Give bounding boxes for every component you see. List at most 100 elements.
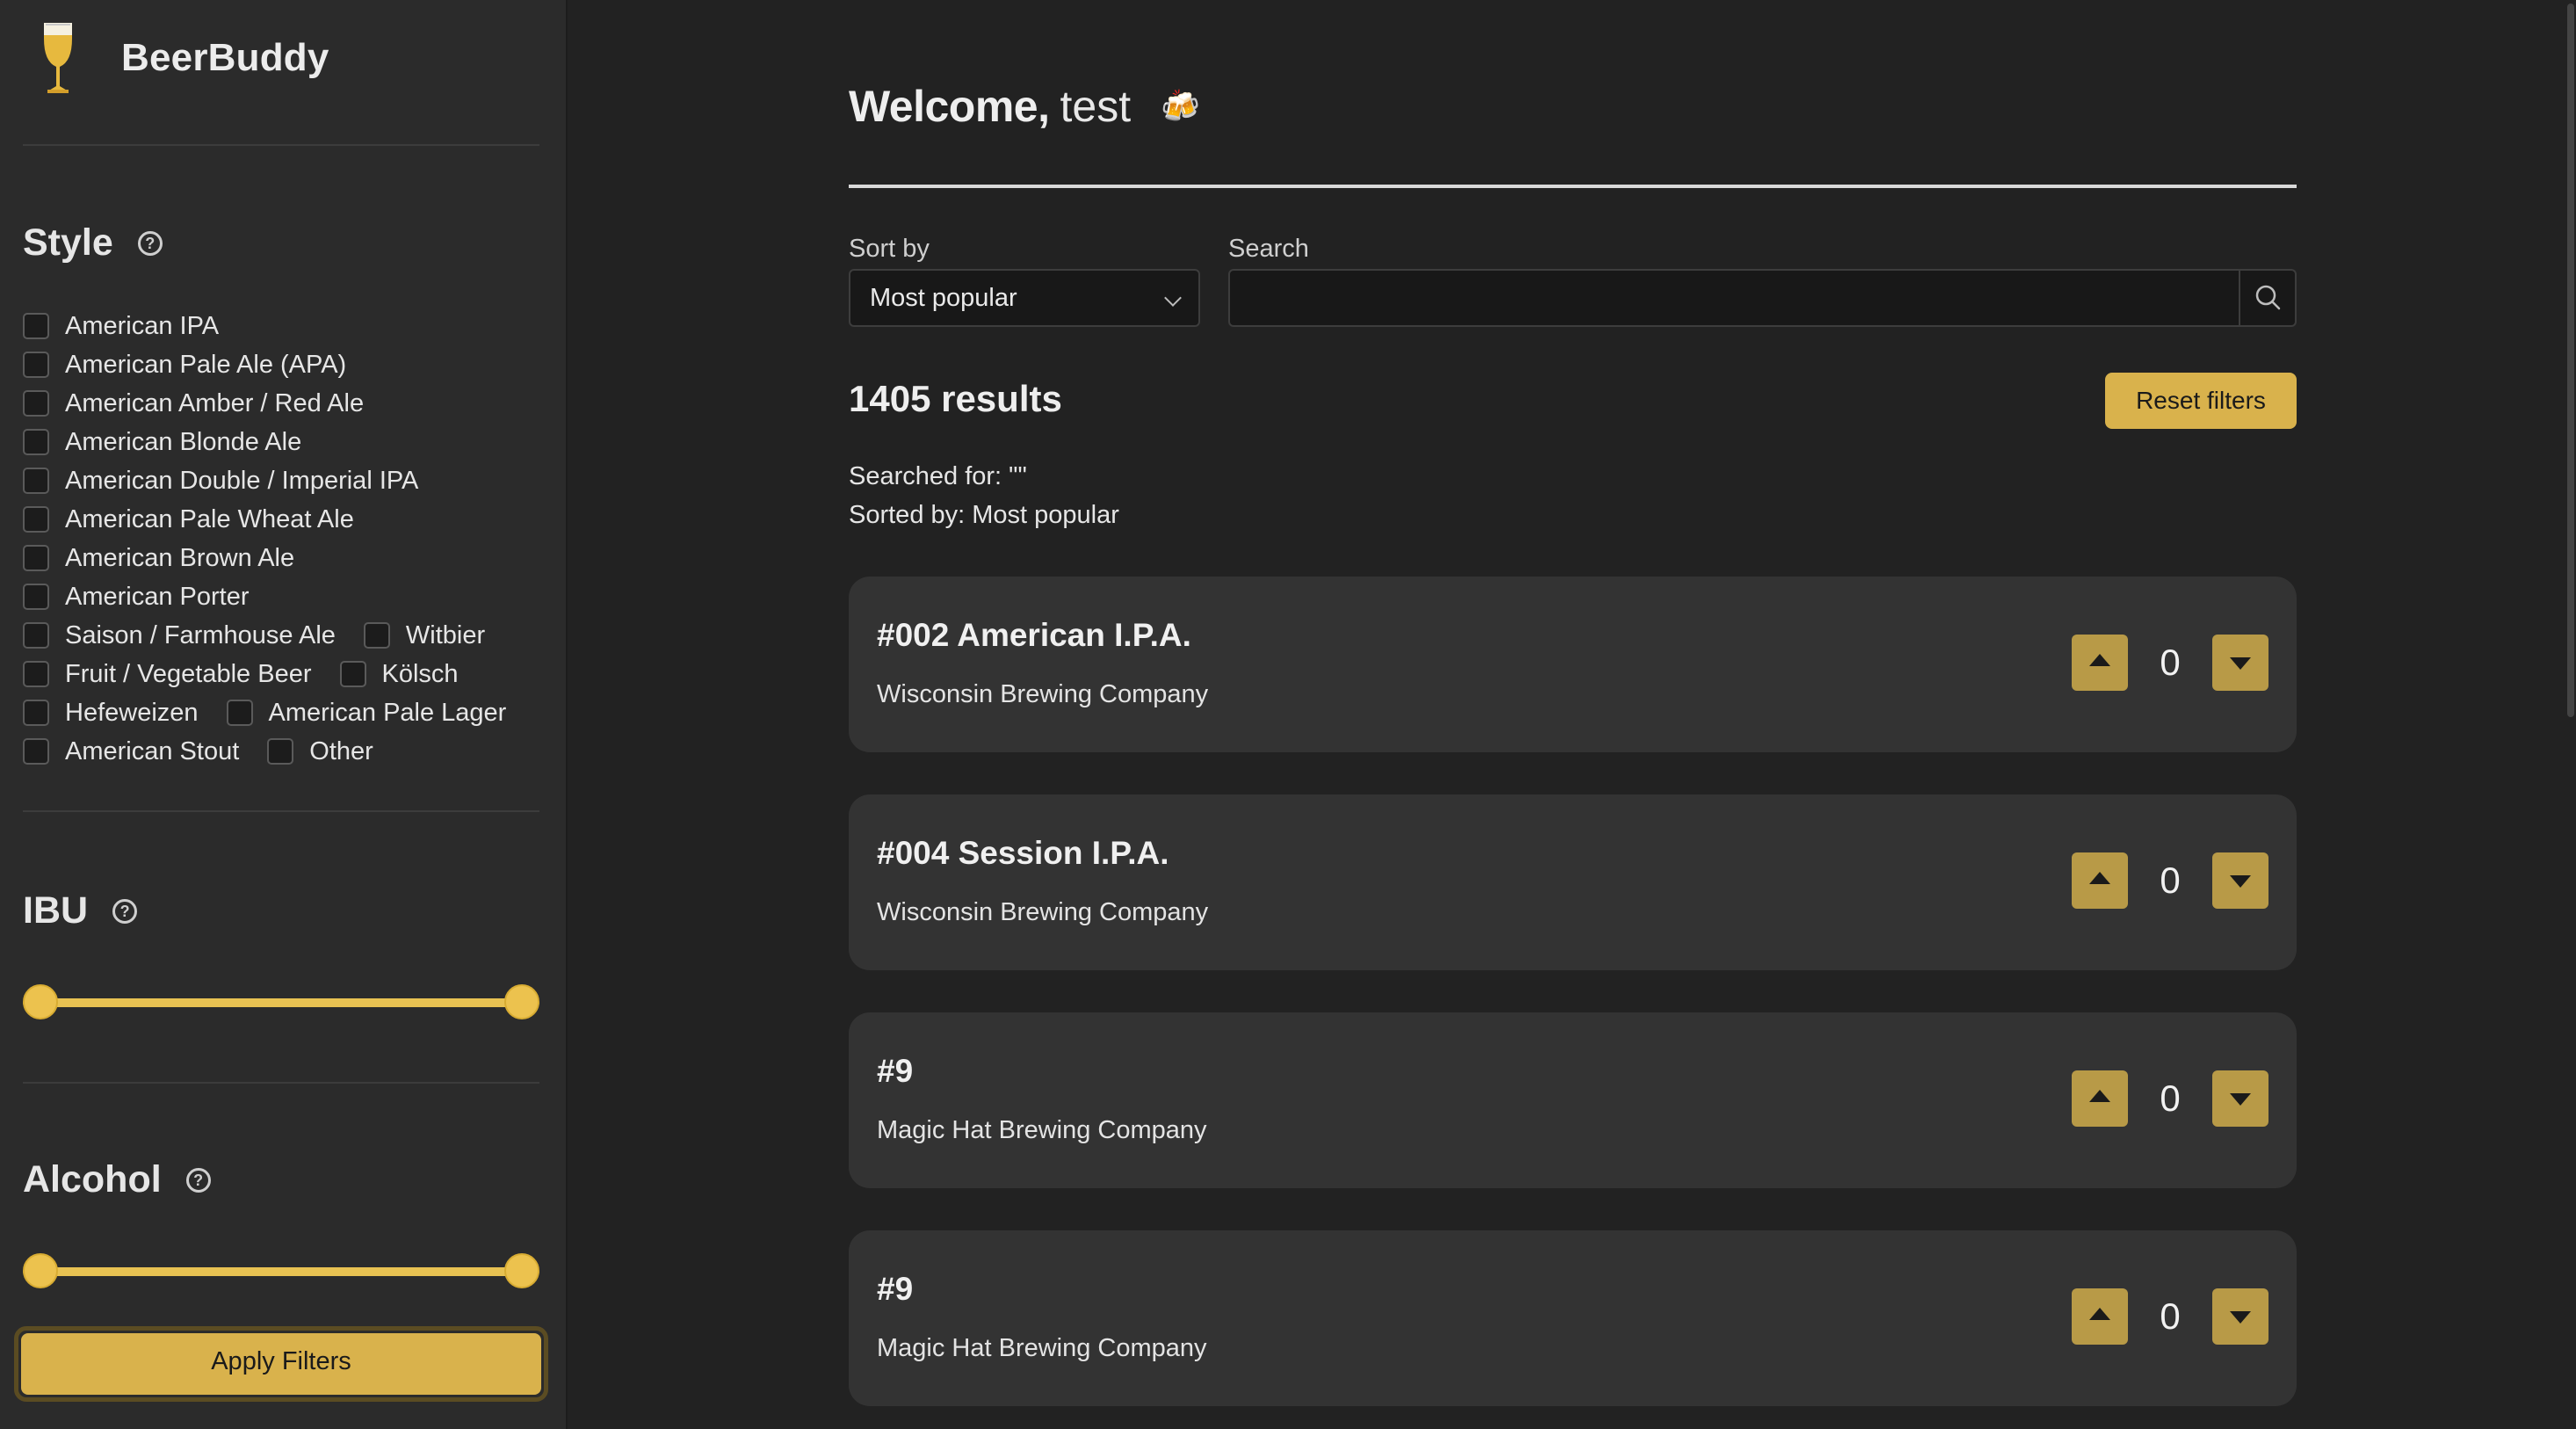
- help-icon[interactable]: ?: [185, 1167, 211, 1193]
- style-checkbox-item[interactable]: American Pale Lager: [226, 698, 507, 728]
- alcohol-title: Alcohol: [23, 1158, 162, 1201]
- reset-filters-button[interactable]: Reset filters: [2105, 373, 2297, 429]
- checkbox[interactable]: [23, 700, 49, 726]
- upvote-button[interactable]: [2072, 1288, 2128, 1345]
- slider-max-handle[interactable]: [504, 1253, 539, 1288]
- style-row: American Pale Wheat Ale: [23, 500, 550, 539]
- style-checkbox-item[interactable]: American Porter: [23, 583, 250, 612]
- search-button[interactable]: [2239, 271, 2295, 325]
- ibu-range-slider[interactable]: [23, 984, 539, 1019]
- style-checkbox-item[interactable]: American Blonde Ale: [23, 428, 301, 457]
- style-checkbox-item[interactable]: Other: [267, 737, 373, 766]
- arrow-up-icon: [2089, 1090, 2110, 1102]
- checkbox[interactable]: [23, 584, 49, 610]
- checkbox[interactable]: [339, 661, 366, 687]
- checkbox[interactable]: [23, 506, 49, 533]
- brand[interactable]: BeerBuddy: [39, 21, 329, 95]
- downvote-button[interactable]: [2212, 635, 2268, 691]
- search-label: Search: [1228, 235, 1309, 263]
- style-checkbox-item[interactable]: American Double / Imperial IPA: [23, 467, 418, 496]
- style-row: American Double / Imperial IPA: [23, 461, 550, 500]
- style-checkbox-item[interactable]: Hefeweizen: [23, 699, 199, 728]
- upvote-button[interactable]: [2072, 1070, 2128, 1127]
- checkbox-label: Fruit / Vegetable Beer: [65, 659, 312, 688]
- checkbox[interactable]: [363, 622, 390, 649]
- checkbox-label: American Stout: [65, 736, 240, 765]
- style-checkbox-item[interactable]: Witbier: [363, 621, 485, 650]
- arrow-up-icon: [2089, 1308, 2110, 1320]
- style-checkbox-item[interactable]: American Pale Wheat Ale: [23, 505, 354, 534]
- help-icon[interactable]: ?: [137, 230, 163, 256]
- style-checkbox-item[interactable]: American Amber / Red Ale: [23, 389, 364, 418]
- checkbox[interactable]: [23, 545, 49, 571]
- apply-filters-button[interactable]: Apply Filters: [21, 1333, 541, 1395]
- scrollbar[interactable]: [2562, 0, 2576, 1429]
- vote-count: 0: [2160, 1295, 2181, 1337]
- scrollbar-thumb[interactable]: [2567, 4, 2574, 717]
- style-checkbox-item[interactable]: American Pale Ale (APA): [23, 351, 346, 380]
- checkbox[interactable]: [267, 738, 294, 765]
- checkbox-label: Kölsch: [381, 659, 459, 688]
- style-row: American Brown Ale: [23, 539, 550, 577]
- slider-track[interactable]: [23, 1267, 539, 1276]
- beer-name: #9: [877, 1053, 914, 1089]
- style-heading: Style ?: [23, 221, 163, 265]
- beer-mugs-icon: 🍻: [1161, 88, 1200, 124]
- checkbox[interactable]: [23, 738, 49, 765]
- beer-card[interactable]: #002 American I.P.A. Wisconsin Brewing Co…: [849, 577, 2297, 752]
- search-input[interactable]: [1230, 271, 2232, 325]
- upvote-button[interactable]: [2072, 635, 2128, 691]
- vote-count: 0: [2160, 642, 2181, 683]
- checkbox[interactable]: [226, 700, 253, 726]
- arrow-down-icon: [2230, 1093, 2251, 1106]
- checkbox[interactable]: [23, 313, 49, 339]
- alcohol-range-slider[interactable]: [23, 1253, 539, 1288]
- beer-name: #004 Session I.P.A.: [877, 835, 1169, 871]
- style-checkbox-item[interactable]: Saison / Farmhouse Ale: [23, 621, 336, 650]
- vote-count: 0: [2160, 860, 2181, 901]
- beer-card[interactable]: #9 Magic Hat Brewing Company 0: [849, 1230, 2297, 1406]
- checkbox-label: Saison / Farmhouse Ale: [65, 620, 336, 649]
- searched-for-text: Searched for: "": [849, 462, 1027, 490]
- checkbox-label: American Pale Lager: [268, 698, 507, 727]
- checkbox[interactable]: [23, 390, 49, 417]
- search-box: [1228, 269, 2297, 327]
- style-checkbox-item[interactable]: Fruit / Vegetable Beer: [23, 660, 312, 689]
- downvote-button[interactable]: [2212, 1070, 2268, 1127]
- slider-min-handle[interactable]: [23, 1253, 58, 1288]
- username: test: [1060, 82, 1132, 131]
- checkbox[interactable]: [23, 468, 49, 494]
- search-icon: [2255, 285, 2281, 310]
- upvote-button[interactable]: [2072, 852, 2128, 909]
- beer-card[interactable]: #004 Session I.P.A. Wisconsin Brewing Com…: [849, 794, 2297, 970]
- slider-track[interactable]: [23, 998, 539, 1007]
- brewery-name: Wisconsin Brewing Company: [877, 898, 1209, 926]
- brewery-name: Wisconsin Brewing Company: [877, 680, 1209, 708]
- divider: [23, 810, 539, 812]
- apply-filters-focus-ring: Apply Filters: [14, 1326, 548, 1402]
- beer-card[interactable]: #9 Magic Hat Brewing Company 0: [849, 1012, 2297, 1188]
- sort-select[interactable]: Most popular: [849, 269, 1200, 327]
- checkbox-label: Hefeweizen: [65, 698, 199, 727]
- divider: [23, 144, 539, 146]
- checkbox[interactable]: [23, 661, 49, 687]
- style-row: American IPA: [23, 307, 550, 345]
- downvote-button[interactable]: [2212, 1288, 2268, 1345]
- checkbox[interactable]: [23, 352, 49, 378]
- beer-name: #9: [877, 1271, 914, 1307]
- help-icon[interactable]: ?: [112, 898, 138, 924]
- arrow-down-icon: [2230, 875, 2251, 888]
- checkbox[interactable]: [23, 622, 49, 649]
- style-checkbox-item[interactable]: American IPA: [23, 312, 219, 341]
- checkbox[interactable]: [23, 429, 49, 455]
- style-row: American Pale Ale (APA): [23, 345, 550, 384]
- ibu-title: IBU: [23, 889, 89, 932]
- checkbox-label: American Amber / Red Ale: [65, 388, 365, 417]
- style-checkbox-item[interactable]: American Stout: [23, 737, 239, 766]
- style-checkbox-item[interactable]: American Brown Ale: [23, 544, 294, 573]
- slider-max-handle[interactable]: [504, 984, 539, 1019]
- downvote-button[interactable]: [2212, 852, 2268, 909]
- style-checkbox-item[interactable]: Kölsch: [339, 659, 459, 689]
- welcome-prefix: Welcome,: [849, 82, 1050, 131]
- slider-min-handle[interactable]: [23, 984, 58, 1019]
